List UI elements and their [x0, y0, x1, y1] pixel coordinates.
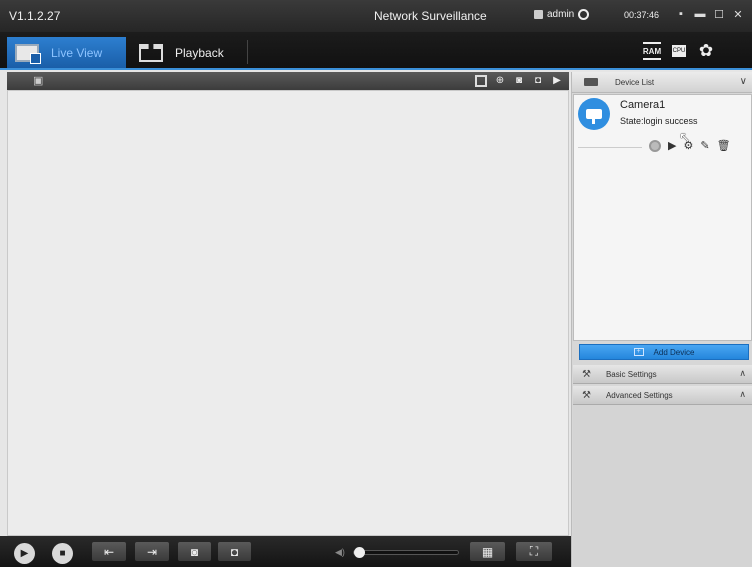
device-list-icon [584, 78, 598, 86]
add-device-label: Add Device [653, 347, 695, 357]
user-icon [534, 10, 543, 19]
system-icons: RAM CPU ✿ [643, 41, 715, 60]
tab-playback[interactable]: Playback [133, 37, 248, 68]
snapshot-button[interactable]: ◙ [178, 542, 211, 561]
volume-slider[interactable] [353, 547, 459, 558]
video-tools: ⊕ ◙ ◘ ▶ [475, 75, 563, 87]
panel-empty-area [573, 405, 752, 567]
camera-icon [578, 98, 610, 130]
device-list-header[interactable]: Device List ∨ [572, 72, 752, 93]
tab-live-view[interactable]: Live View [7, 37, 126, 68]
user-area[interactable]: admin [534, 9, 590, 20]
title-bar: V1.1.2.27 Network Surveillance admin 00:… [0, 0, 752, 32]
record-toggle-icon[interactable] [649, 139, 661, 152]
app-window: V1.1.2.27 Network Surveillance admin 00:… [0, 0, 752, 567]
camera-name: Camera1 [620, 99, 666, 111]
ram-icon[interactable]: RAM [643, 42, 661, 60]
snapshot-icon[interactable]: ◙ [513, 75, 525, 87]
close-button[interactable]: ✕ [731, 7, 745, 21]
fullscreen-icon[interactable] [475, 75, 487, 87]
layout-grid-button[interactable]: ▦ [470, 542, 505, 561]
volume-icon[interactable]: ◀) [335, 547, 345, 558]
clock: 00:37:46 [624, 10, 660, 20]
next-window-button[interactable]: ⇥ [135, 542, 169, 561]
monitor-icon [15, 43, 41, 64]
pin-icon[interactable]: ▪ [674, 7, 688, 21]
chevron-up-icon[interactable]: ∧ [739, 368, 746, 379]
gear-icon[interactable]: ✿ [697, 41, 715, 60]
globe-icon[interactable] [578, 9, 590, 20]
mouse-cursor: ↖ [679, 129, 691, 145]
layout-icon[interactable]: ▣ [33, 74, 43, 87]
play-icon[interactable]: ▶ [668, 139, 676, 152]
record-icon[interactable]: ◘ [532, 75, 544, 87]
basic-settings-header[interactable]: ⚒ Basic Settings ∧ [573, 365, 752, 384]
window-controls: ▪ ▬ ☐ ✕ [674, 7, 745, 21]
version-label: V1.1.2.27 [9, 9, 61, 23]
cpu-icon[interactable]: CPU [672, 45, 686, 57]
bottom-toolbar: ▶ ■ ⇤ ⇥ ◙ ◘ ◀) ▦ ⛶ [0, 536, 572, 567]
maximize-button[interactable]: ☐ [712, 7, 726, 21]
prev-window-button[interactable]: ⇤ [92, 542, 126, 561]
stop-button[interactable]: ■ [52, 543, 73, 564]
device-list: Camera1 State:login success ▶ ⚙ ✎ 🗑 ↖ [573, 94, 752, 341]
tab-divider [247, 40, 248, 64]
video-panel-header: ▣ ⊕ ◙ ◘ ▶ [7, 72, 569, 90]
main-tab-bar: Live View Playback RAM CPU ✿ [0, 32, 752, 70]
video-view[interactable] [7, 90, 569, 536]
chevron-down-icon[interactable]: ∨ [740, 76, 747, 87]
chevron-up-icon[interactable]: ∧ [739, 389, 746, 400]
play-icon[interactable]: ▶ [551, 75, 563, 87]
play-button[interactable]: ▶ [14, 543, 35, 564]
settings-icon: ⚒ [582, 368, 591, 380]
divider [578, 147, 642, 148]
record-button[interactable]: ◘ [218, 542, 251, 561]
settings-icon: ⚒ [582, 389, 591, 401]
fullscreen-button[interactable]: ⛶ [516, 542, 552, 561]
tab-live-view-label: Live View [51, 45, 103, 60]
right-panel: Device List ∨ Camera1 State:login succes… [571, 72, 752, 567]
advanced-settings-header[interactable]: ⚒ Advanced Settings ∧ [573, 386, 752, 405]
volume-slider-knob[interactable] [354, 547, 365, 558]
advanced-settings-label: Advanced Settings [605, 390, 673, 400]
tab-playback-label: Playback [175, 45, 224, 60]
device-list-title: Device List [615, 77, 655, 87]
trash-icon[interactable]: 🗑 [717, 139, 731, 152]
add-icon: + [633, 348, 644, 356]
edit-icon[interactable]: ✎ [700, 139, 709, 152]
username: admin [547, 9, 575, 20]
clapperboard-icon [139, 43, 163, 62]
camera-state: State:login success [620, 116, 698, 126]
add-device-button[interactable]: + Add Device [579, 344, 749, 360]
minimize-button[interactable]: ▬ [693, 7, 707, 21]
basic-settings-label: Basic Settings [605, 369, 657, 379]
zoom-icon[interactable]: ⊕ [494, 75, 506, 87]
app-title: Network Surveillance [374, 9, 487, 23]
